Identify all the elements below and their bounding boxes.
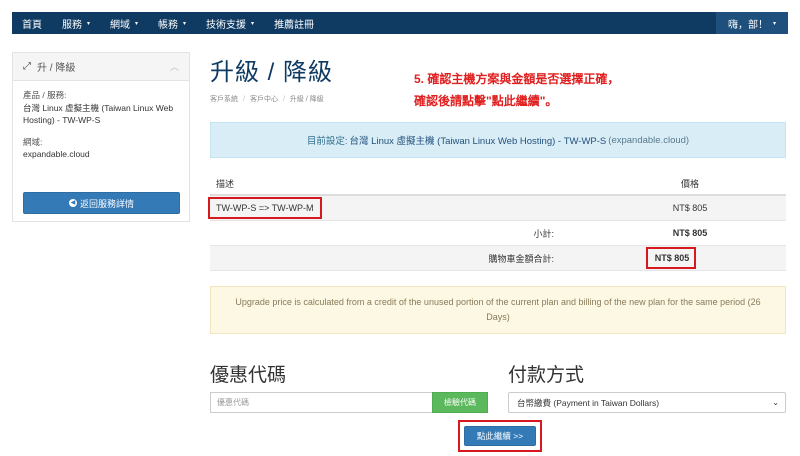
annotation-line-1: 5. 確認主機方案與金額是否選擇正確，	[414, 72, 620, 86]
validate-code-label: 檢驗代碼	[444, 398, 476, 407]
breadcrumb-link-client-area[interactable]: 客戶中心	[250, 96, 278, 103]
current-config-domain: (expandable.cloud)	[608, 134, 690, 146]
notice-text: Upgrade price is calculated from a credi…	[235, 297, 761, 322]
chevron-down-icon: ⌄	[772, 398, 779, 407]
chevron-up-icon[interactable]: ︿	[170, 60, 179, 73]
upgrade-price-notice: Upgrade price is calculated from a credi…	[210, 286, 786, 334]
caret-down-icon: ▾	[87, 20, 91, 27]
nav-home[interactable]: 首頁	[12, 12, 52, 34]
user-greeting: 嗨，部！	[727, 19, 768, 31]
current-config-prefix: 目前設定:	[306, 136, 348, 147]
nav-affiliates[interactable]: 推薦註冊	[264, 12, 324, 34]
sidebar-panel: ⤢ 升 / 降級 ︿ 產品 / 服務: 台灣 Linux 虛擬主機 (Taiwa…	[12, 52, 190, 222]
promo-code-placeholder: 優惠代碼	[217, 398, 249, 407]
breadcrumb-current: 升級 / 降級	[289, 96, 324, 103]
back-to-service-button[interactable]: ◀ 返回服務詳情	[23, 192, 180, 214]
subtotal-label: 小計:	[533, 228, 554, 239]
header-price: 價格	[680, 178, 699, 189]
payment-method-selected: 台幣繳費 (Payment in Taiwan Dollars)	[517, 397, 660, 408]
continue-button-label: 點此繼續 >>	[476, 431, 524, 441]
nav-support[interactable]: 技術支援 ▾	[196, 12, 264, 34]
nav-services[interactable]: 服務 ▾	[52, 12, 100, 34]
user-menu[interactable]: 嗨，部！ ▾	[715, 12, 788, 34]
sidebar-title: 升 / 降級	[37, 63, 76, 74]
total-value: NT$ 805	[654, 253, 690, 263]
nav-support-label: 技術支援	[206, 19, 247, 31]
highlight-box-checkout: 點此繼續 >>	[458, 420, 542, 452]
page-title: 升級 / 降級	[210, 59, 334, 86]
subtotal-value: NT$ 805	[672, 228, 708, 238]
annotation-line-2: 確認後請點擊"點此繼續"。	[414, 94, 558, 108]
item-description: TW-WP-S => TW-WP-M	[216, 203, 314, 213]
total-label: 購物車金額合計:	[488, 253, 554, 264]
expand-arrows-icon: ⤢	[23, 61, 31, 72]
payment-method-heading: 付款方式	[508, 365, 585, 386]
nav-affiliates-label: 推薦註冊	[274, 19, 315, 31]
promo-code-heading: 優惠代碼	[210, 365, 287, 386]
table-row: 小計: NT$ 805	[210, 221, 786, 246]
nav-domains[interactable]: 網域 ▾	[100, 12, 148, 34]
nav-domains-label: 網域	[110, 19, 131, 31]
item-price: NT$ 805	[672, 203, 708, 213]
validate-code-button[interactable]: 檢驗代碼	[432, 392, 488, 413]
current-config-alert: 目前設定: 台灣 Linux 虛擬主機 (Taiwan Linux Web Ho…	[210, 122, 786, 158]
product-label: 產品 / 服務:	[23, 90, 67, 100]
nav-billing[interactable]: 帳務 ▾	[148, 12, 196, 34]
product-value: 台灣 Linux 虛擬主機 (Taiwan Linux Web Hosting)…	[23, 102, 174, 126]
nav-home-label: 首頁	[22, 19, 42, 31]
continue-button[interactable]: 點此繼續 >>	[464, 426, 536, 446]
caret-down-icon: ▾	[251, 20, 255, 27]
nav-billing-label: 帳務	[158, 19, 179, 31]
caret-down-icon: ▾	[135, 20, 139, 27]
arrow-left-circle-icon: ◀	[68, 199, 77, 207]
caret-down-icon: ▾	[772, 20, 776, 27]
nav-services-label: 服務	[62, 19, 82, 31]
caret-down-icon: ▾	[183, 20, 187, 27]
payment-method-select[interactable]: 台幣繳費 (Payment in Taiwan Dollars) ⌄	[508, 392, 786, 413]
breadcrumb-link-client-system[interactable]: 客戶系統	[210, 96, 238, 103]
back-button-label: 返回服務詳情	[79, 198, 134, 209]
sidebar-body: 產品 / 服務: 台灣 Linux 虛擬主機 (Taiwan Linux Web…	[13, 81, 189, 169]
breadcrumb: 客戶系統 / 客戶中心 / 升級 / 降級	[210, 96, 324, 103]
domain-label: 網域:	[23, 136, 43, 147]
header-description: 描述	[216, 178, 235, 189]
current-config-product: 台灣 Linux 虛擬主機 (Taiwan Linux Web Hosting)…	[349, 136, 607, 147]
top-navbar: 首頁 服務 ▾ 網域 ▾ 帳務 ▾ 技術支援 ▾ 推薦註冊 嗨，部！ ▾	[12, 12, 788, 34]
domain-value: expandable.cloud	[23, 149, 90, 159]
table-header-row: 描述 價格	[210, 172, 786, 196]
table-row: 購物車金額合計: NT$ 805	[210, 246, 786, 271]
sidebar-header[interactable]: ⤢ 升 / 降級 ︿	[13, 53, 189, 81]
order-summary-table: 描述 價格 TW-WP-S => TW-WP-M NT$ 805 小計: NT$…	[208, 172, 786, 271]
table-row: TW-WP-S => TW-WP-M NT$ 805	[208, 196, 786, 221]
promo-code-input[interactable]: 優惠代碼	[210, 392, 432, 413]
instruction-annotation: 5. 確認主機方案與金額是否選擇正確， 確認後請點擊"點此繼續"。	[414, 68, 619, 112]
